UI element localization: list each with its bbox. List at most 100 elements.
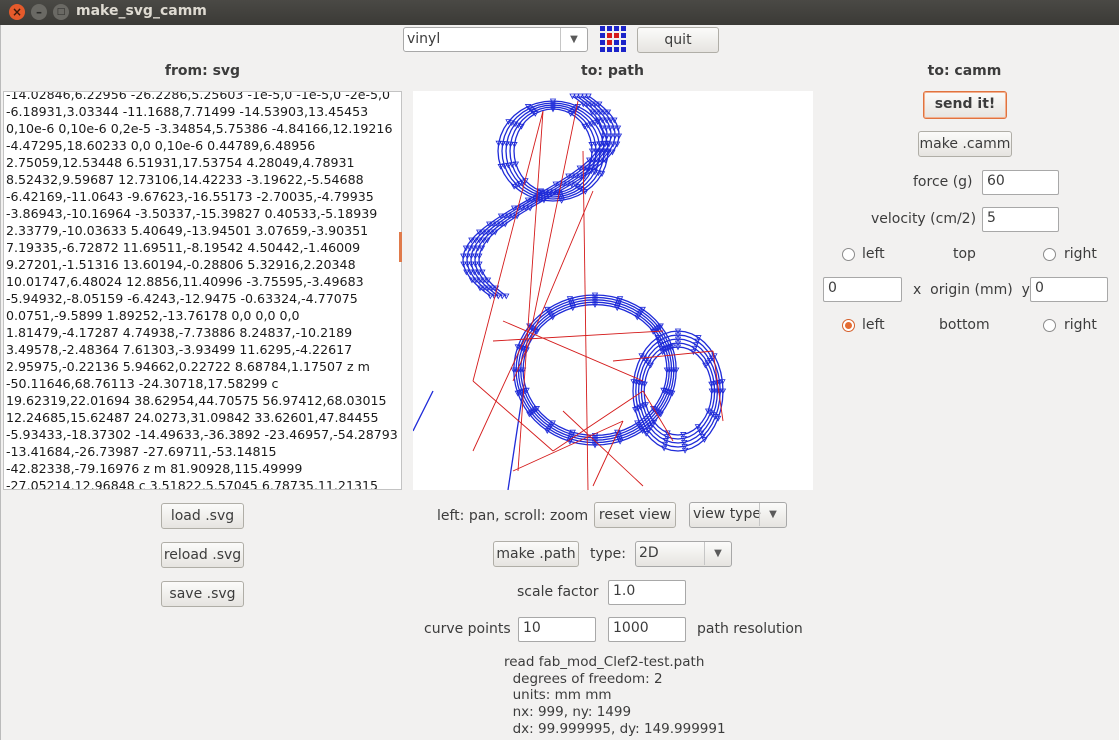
- travel-move-line: [512, 420, 624, 472]
- svg-source-line: 19.62319,22.01694 38.62954,44.70575 56.9…: [6, 393, 387, 408]
- to-camm-header: to: camm: [927, 63, 1002, 79]
- chevron-down-icon[interactable]: ▼: [560, 28, 587, 51]
- path-vertex-markers: [633, 332, 724, 450]
- path-type-value: 2D: [639, 545, 659, 561]
- travel-move-line: [492, 330, 664, 342]
- svg-source-line: 10.01747,6.48024 12.8856,11.40996 -3.755…: [6, 274, 364, 289]
- type-label: type:: [590, 546, 626, 562]
- path-stem: [413, 390, 434, 432]
- chevron-down-icon[interactable]: ▼: [704, 542, 731, 565]
- path-vertex-markers: [635, 336, 721, 446]
- scale-factor-label: scale factor: [517, 584, 599, 600]
- make-camm-button[interactable]: make .camm: [918, 131, 1012, 157]
- load-svg-button[interactable]: load .svg: [161, 503, 244, 529]
- window-border: [0, 25, 1, 740]
- origin-right-bottom-radio[interactable]: [1043, 319, 1056, 332]
- svg-source-line: 3.49578,-2.48364 7.61303,-3.93499 11.629…: [6, 342, 353, 357]
- path-loop: [515, 296, 675, 444]
- path-vertex-markers: [638, 340, 718, 442]
- info-line: degrees of freedom: 2: [504, 670, 663, 687]
- info-line: read fab_mod_Clef2-test.path: [504, 654, 705, 670]
- velocity-label: velocity (cm/2): [871, 211, 977, 227]
- svg-source-line: -27.05214,12.96848 c 3.51822,5.57045 6.7…: [6, 478, 378, 490]
- svg-source-line: -50.11646,68.76113 -24.30718,17.58299 c: [6, 376, 279, 391]
- fab-logo-icon: [600, 26, 626, 52]
- svg-source-line: -14.02846,6.22956 -26.2286,5.25603 -1e-5…: [6, 91, 391, 102]
- svg-source-line: 8.52432,9.59687 12.73106,14.42233 -3.196…: [6, 172, 364, 187]
- quit-button[interactable]: quit: [637, 27, 719, 53]
- origin-x-input[interactable]: 0: [823, 277, 902, 302]
- origin-y-input[interactable]: 0: [1030, 277, 1108, 302]
- svg-source-line: -4.47295,18.60233 0,0 0,10e-6 0.44789,6.…: [6, 138, 316, 153]
- origin-label: x origin (mm) y: [913, 282, 1030, 298]
- curve-points-input[interactable]: 10: [518, 617, 596, 642]
- svg-source-line: 7.19335,-6.72872 11.69511,-8.19542 4.504…: [6, 240, 361, 255]
- origin-left-bottom-radio[interactable]: [842, 319, 855, 332]
- svg-source-textarea[interactable]: -14.02846,6.22956 -26.2286,5.25603 -1e-5…: [3, 91, 402, 490]
- maximize-window-icon[interactable]: □: [53, 4, 69, 20]
- send-it-button[interactable]: send it!: [923, 91, 1007, 119]
- make-path-button[interactable]: make .path: [493, 541, 579, 567]
- to-path-header: to: path: [581, 63, 644, 79]
- reset-view-button[interactable]: reset view: [594, 502, 676, 528]
- left-bottom-label: left: [862, 317, 885, 333]
- svg-source-line: 2.95975,-0.22136 5.94662,0.22722 8.68784…: [6, 359, 370, 374]
- view-type-select[interactable]: view type ▼: [689, 502, 787, 528]
- right-top-label: right: [1064, 246, 1097, 262]
- svg-source-line: 1.81479,-4.17287 4.74938,-7.73886 8.2483…: [6, 325, 353, 340]
- from-svg-header: from: svg: [164, 63, 241, 79]
- path-inner-loop: [643, 346, 713, 436]
- minimize-window-icon[interactable]: –: [31, 4, 47, 20]
- path-resolution-label: path resolution: [697, 621, 803, 637]
- path-top-loop: [505, 104, 601, 198]
- velocity-input[interactable]: 5: [982, 207, 1059, 232]
- svg-source-lines: -14.02846,6.22956 -26.2286,5.25603 -1e-5…: [6, 91, 398, 490]
- close-window-icon[interactable]: ×: [9, 4, 25, 20]
- svg-source-line: 2.75059,12.53448 6.51931,17.53754 4.2804…: [6, 155, 355, 170]
- chevron-down-icon[interactable]: ▼: [759, 503, 786, 526]
- origin-left-top-radio[interactable]: [842, 248, 855, 261]
- svg-source-line: -5.93433,-18.37302 -14.49633,-36.3892 -2…: [6, 427, 398, 442]
- right-bottom-label: right: [1064, 317, 1097, 333]
- force-input[interactable]: 60: [982, 170, 1059, 195]
- scale-factor-input[interactable]: 1.0: [608, 580, 686, 605]
- path-s-curve: [462, 95, 604, 297]
- svg-source-line: 0.0751,-9.5899 1.89252,-13.76178 0,0 0,0…: [6, 308, 300, 323]
- origin-right-top-radio[interactable]: [1043, 248, 1056, 261]
- nav-hint-label: left: pan, scroll: zoom: [437, 508, 589, 524]
- window-title: make_svg_camm: [76, 3, 207, 19]
- svg-source-line: -6.18931,3.03344 -11.1688,7.71499 -14.53…: [6, 104, 369, 119]
- path-s-curve: [478, 95, 620, 297]
- view-type-value: view type: [693, 506, 761, 522]
- svg-source-line: -13.41684,-26.73987 -27.69711,-53.14815: [6, 444, 277, 459]
- travel-move-line: [512, 190, 594, 382]
- path-vertex-markers: [507, 104, 600, 198]
- svg-source-line: -42.82338,-79.16976 z m 81.90928,115.499…: [6, 461, 303, 476]
- path-vertex-markers: [503, 102, 604, 200]
- textarea-scroll-indicator[interactable]: [399, 232, 402, 262]
- info-line: dx: 99.999995, dy: 149.999991: [504, 720, 726, 737]
- material-value: vinyl: [407, 31, 441, 47]
- path-preview-canvas[interactable]: [413, 91, 813, 490]
- path-type-select[interactable]: 2D ▼: [635, 541, 732, 567]
- force-label: force (g): [913, 174, 973, 190]
- material-select[interactable]: vinyl ▼: [403, 27, 588, 52]
- path-drawing: [413, 93, 727, 490]
- info-line: nx: 999, ny: 1499: [504, 704, 632, 721]
- path-stem: [507, 390, 524, 490]
- svg-source-line: 9.27201,-1.51316 13.60194,-0.28806 5.329…: [6, 257, 356, 272]
- path-resolution-input[interactable]: 1000: [608, 617, 686, 642]
- path-info-readout: read fab_mod_Clef2-test.path degrees of …: [504, 654, 726, 738]
- svg-source-line: 12.24685,15.62487 24.0273,31.09842 33.62…: [6, 410, 379, 425]
- left-top-label: left: [862, 246, 885, 262]
- bottom-label: bottom: [939, 317, 990, 333]
- info-line: units: mm mm: [504, 687, 612, 704]
- svg-source-line: 2.33779,-10.03633 5.40649,-13.94501 3.07…: [6, 223, 369, 238]
- reload-svg-button[interactable]: reload .svg: [161, 542, 244, 568]
- svg-source-line: -3.86943,-10.16964 -3.50337,-15.39827 0.…: [6, 206, 378, 221]
- travel-move-line: [562, 410, 644, 487]
- save-svg-button[interactable]: save .svg: [161, 581, 244, 607]
- path-top-loop: [513, 108, 593, 194]
- travel-move-line: [532, 100, 579, 322]
- path-vertex-markers: [641, 344, 715, 438]
